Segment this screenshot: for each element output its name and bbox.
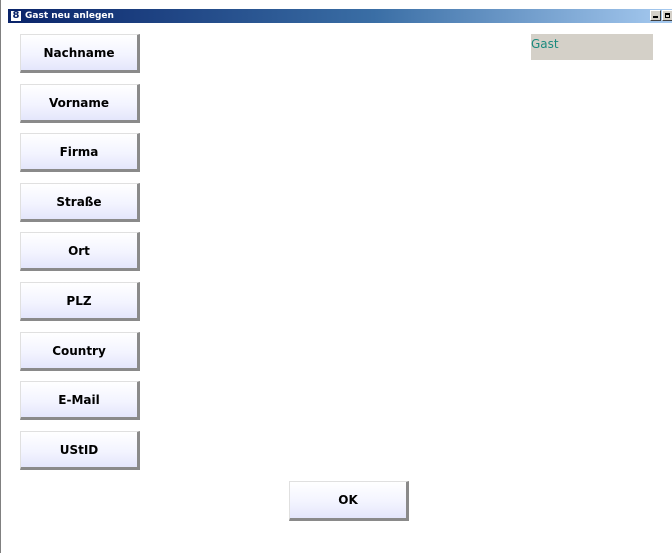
dialog-window: 8 Gast neu anlegen Gast Nachname Vorname…: [0, 0, 672, 553]
country-button[interactable]: Country: [20, 332, 140, 371]
window-controls: [649, 10, 672, 22]
maximize-icon: [665, 13, 670, 18]
ustid-button[interactable]: UStID: [20, 431, 140, 470]
window-title: Gast neu anlegen: [25, 11, 114, 21]
minimize-button[interactable]: [650, 10, 661, 21]
guest-panel-label: Gast: [531, 37, 559, 51]
ort-button[interactable]: Ort: [20, 232, 140, 271]
plz-button[interactable]: PLZ: [20, 282, 140, 321]
minimize-icon: [653, 16, 658, 18]
title-bar[interactable]: 8 Gast neu anlegen: [8, 9, 672, 23]
email-button[interactable]: E-Mail: [20, 381, 140, 420]
app-icon: 8: [10, 10, 22, 22]
nachname-button[interactable]: Nachname: [20, 34, 140, 73]
maximize-button[interactable]: [662, 10, 672, 21]
guest-panel: Gast: [531, 34, 653, 60]
ok-button[interactable]: OK: [289, 481, 409, 521]
strasse-button[interactable]: Straße: [20, 183, 140, 222]
vorname-button[interactable]: Vorname: [20, 84, 140, 123]
firma-button[interactable]: Firma: [20, 133, 140, 172]
